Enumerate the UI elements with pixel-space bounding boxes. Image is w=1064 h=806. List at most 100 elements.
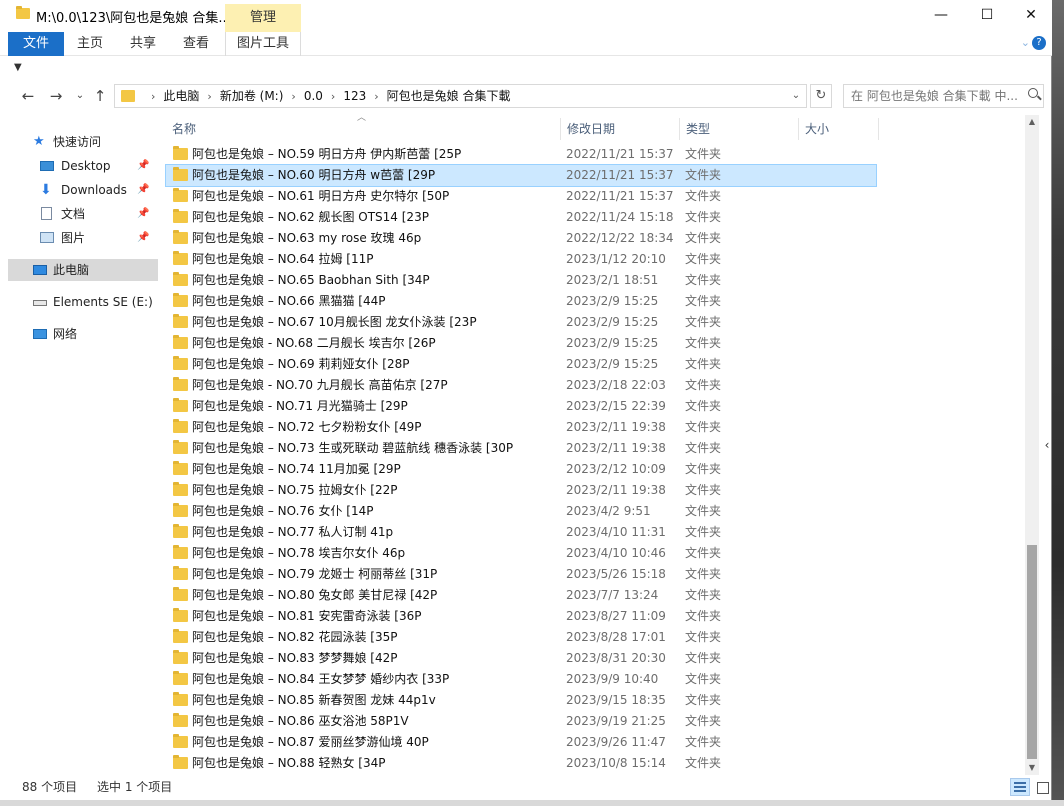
file-row[interactable]: 阿包也是兔娘 - NO.70 九月舰长 高苗佑京 [27P 2023/2/18 2… bbox=[166, 375, 876, 396]
quick-access-toolbar-dropdown-icon[interactable]: ▼ bbox=[14, 62, 22, 73]
tab-file[interactable]: 文件 bbox=[8, 32, 64, 56]
file-row[interactable]: 阿包也是兔娘 – NO.80 兔女郎 美甘尼禄 [42P 2023/7/7 13:… bbox=[166, 585, 876, 606]
scroll-down-icon[interactable]: ▼ bbox=[1025, 761, 1039, 775]
file-row[interactable]: 阿包也是兔娘 – NO.74 11月加冕 [29P 2023/2/12 10:09… bbox=[166, 459, 876, 480]
nav-label: 文档 bbox=[61, 207, 86, 221]
file-row[interactable]: 阿包也是兔娘 – NO.81 安宪雷奇泳装 [36P 2023/8/27 11:0… bbox=[166, 606, 876, 627]
file-row[interactable]: 阿包也是兔娘 – NO.78 埃吉尔女仆 46p 2023/4/10 10:46 文… bbox=[166, 543, 876, 564]
details-view-icon[interactable] bbox=[1010, 778, 1030, 796]
chevron-right-icon[interactable]: › bbox=[291, 90, 295, 103]
file-row[interactable]: 阿包也是兔娘 – NO.64 拉姆 [11P 2023/1/12 20:10 文件夹 bbox=[166, 249, 876, 270]
column-header-name[interactable]: 名称 bbox=[166, 118, 561, 140]
breadcrumb-current[interactable]: 阿包也是兔娘 合集下載 bbox=[387, 89, 511, 103]
file-row[interactable]: 阿包也是兔娘 – NO.66 黑猫猫 [44P 2023/2/9 15:25 文件夹 bbox=[166, 291, 876, 312]
scroll-up-icon[interactable]: ▲ bbox=[1025, 115, 1039, 129]
file-row[interactable]: 阿包也是兔娘 – NO.73 生或死联动 碧蓝航线 穗香泳装 [30P 2023/… bbox=[166, 438, 876, 459]
search-box[interactable] bbox=[843, 84, 1044, 108]
file-row[interactable]: 阿包也是兔娘 – NO.69 莉莉娅女仆 [28P 2023/2/9 15:25 文… bbox=[166, 354, 876, 375]
file-row[interactable]: 阿包也是兔娘 – NO.67 10月舰长图 龙女仆泳装 [23P 2023/2/9… bbox=[166, 312, 876, 333]
chevron-down-icon[interactable]: ⌄ bbox=[788, 85, 804, 107]
file-row[interactable]: 阿包也是兔娘 – NO.83 梦梦舞娘 [42P 2023/8/31 20:30 文… bbox=[166, 648, 876, 669]
tab-home[interactable]: 主页 bbox=[70, 32, 110, 56]
file-row[interactable]: 阿包也是兔娘 – NO.60 明日方舟 w芭蕾 [29P 2022/11/21 1… bbox=[165, 164, 877, 187]
nav-item-desktop[interactable]: Desktop 📌 bbox=[8, 155, 158, 177]
file-row[interactable]: 阿包也是兔娘 - NO.68 二月舰长 埃吉尔 [26P 2023/2/9 15:… bbox=[166, 333, 876, 354]
nav-item-this-pc[interactable]: 此电脑 bbox=[8, 259, 158, 281]
file-row[interactable]: 阿包也是兔娘 – NO.65 Baobhan Sith [34P 2023/2/1… bbox=[166, 270, 876, 291]
breadcrumb-folder[interactable]: 123 bbox=[343, 89, 366, 103]
file-date: 2022/11/24 15:18 bbox=[566, 210, 674, 224]
file-type: 文件夹 bbox=[685, 525, 722, 539]
file-row[interactable]: 阿包也是兔娘 – NO.88 轻熟女 [34P 2023/10/8 15:14 文件… bbox=[166, 753, 876, 774]
nav-quick-access[interactable]: ★ 快速访问 bbox=[8, 131, 158, 153]
chevron-right-icon[interactable]: › bbox=[331, 90, 335, 103]
breadcrumb-folder[interactable]: 0.0 bbox=[304, 89, 323, 103]
nav-item-network[interactable]: 网络 bbox=[8, 323, 158, 345]
file-row[interactable]: 阿包也是兔娘 – NO.61 明日方舟 史尔特尔 [50P 2022/11/21 … bbox=[166, 186, 876, 207]
file-type: 文件夹 bbox=[685, 210, 722, 224]
column-header-date[interactable]: 修改日期 bbox=[561, 118, 680, 140]
file-type: 文件夹 bbox=[685, 294, 722, 308]
nav-item-pictures[interactable]: 图片 📌 bbox=[8, 227, 158, 249]
status-bar: 88 个项目 选中 1 个项目 bbox=[0, 776, 1052, 800]
nav-item-drive[interactable]: Elements SE (E:) bbox=[8, 291, 158, 313]
tab-view[interactable]: 查看 bbox=[176, 32, 216, 56]
file-row[interactable]: 阿包也是兔娘 – NO.85 新春贺图 龙妹 44p1v 2023/9/15 18… bbox=[166, 690, 876, 711]
file-type: 文件夹 bbox=[685, 714, 722, 728]
folder-icon bbox=[173, 545, 188, 559]
file-row[interactable]: 阿包也是兔娘 – NO.75 拉姆女仆 [22P 2023/2/11 19:38 文… bbox=[166, 480, 876, 501]
minimize-button[interactable]: — bbox=[918, 0, 964, 30]
file-row[interactable]: 阿包也是兔娘 – NO.62 舰长图 OTS14 [23P 2022/11/24 … bbox=[166, 207, 876, 228]
up-icon[interactable]: ↑ bbox=[90, 86, 110, 106]
file-row[interactable]: 阿包也是兔娘 – NO.59 明日方舟 伊内斯芭蕾 [25P 2022/11/21… bbox=[166, 144, 876, 165]
file-date: 2023/7/7 13:24 bbox=[566, 588, 659, 602]
nav-item-documents[interactable]: 文档 📌 bbox=[8, 203, 158, 225]
breadcrumb-this-pc[interactable]: 此电脑 bbox=[163, 89, 199, 103]
file-row[interactable]: 阿包也是兔娘 – NO.77 私人订制 41p 2023/4/10 11:31 文件… bbox=[166, 522, 876, 543]
file-row[interactable]: 阿包也是兔娘 – NO.82 花园泳装 [35P 2023/8/28 17:01 文… bbox=[166, 627, 876, 648]
file-date: 2022/11/21 15:37 bbox=[566, 189, 674, 203]
address-bar[interactable]: › 此电脑 › 新加卷 (M:) › 0.0 › 123 › 阿包也是兔娘 合集下載 ⌄ bbox=[114, 84, 807, 108]
file-name: 阿包也是兔娘 – NO.82 花园泳装 [35P bbox=[192, 630, 398, 644]
breadcrumb-drive[interactable]: 新加卷 (M:) bbox=[220, 89, 284, 103]
forward-icon[interactable]: → bbox=[46, 86, 66, 106]
tab-share[interactable]: 共享 bbox=[123, 32, 163, 56]
close-button[interactable]: ✕ bbox=[1008, 0, 1054, 30]
search-input[interactable] bbox=[844, 85, 1024, 107]
file-row[interactable]: 阿包也是兔娘 – NO.63 my rose 玫瑰 46p 2022/12/22 … bbox=[166, 228, 876, 249]
file-row[interactable]: 阿包也是兔娘 - NO.71 月光猫骑士 [29P 2023/2/15 22:39… bbox=[166, 396, 876, 417]
column-header-type[interactable]: 类型 bbox=[680, 118, 799, 140]
chevron-right-icon[interactable]: › bbox=[207, 90, 211, 103]
scroll-thumb[interactable] bbox=[1027, 545, 1037, 759]
file-row[interactable]: 阿包也是兔娘 – NO.86 巫女浴池 58P1V 2023/9/19 21:25… bbox=[166, 711, 876, 732]
file-row[interactable]: 阿包也是兔娘 – NO.87 爱丽丝梦游仙境 40P 2023/9/26 11:4… bbox=[166, 732, 876, 753]
manage-context-tab[interactable]: 管理 bbox=[225, 4, 301, 32]
folder-icon bbox=[173, 377, 188, 391]
file-name: 阿包也是兔娘 – NO.67 10月舰长图 龙女仆泳装 [23P bbox=[192, 315, 477, 329]
file-type: 文件夹 bbox=[685, 672, 722, 686]
chevron-right-icon[interactable]: › bbox=[374, 90, 378, 103]
file-row[interactable]: 阿包也是兔娘 – NO.72 七夕粉粉女仆 [49P 2023/2/11 19:3… bbox=[166, 417, 876, 438]
folder-icon bbox=[173, 398, 188, 412]
file-type: 文件夹 bbox=[685, 147, 722, 161]
file-row[interactable]: 阿包也是兔娘 – NO.79 龙姬士 柯丽蒂丝 [31P 2023/5/26 15… bbox=[166, 564, 876, 585]
large-icons-view-icon[interactable] bbox=[1032, 778, 1052, 796]
folder-icon bbox=[173, 671, 188, 685]
help-icon[interactable]: ? bbox=[1032, 36, 1046, 50]
taskbar-edge bbox=[0, 800, 1064, 806]
refresh-icon[interactable]: ↻ bbox=[810, 84, 832, 108]
chevron-left-icon[interactable]: ‹ bbox=[1041, 430, 1053, 460]
chevron-right-icon[interactable]: › bbox=[151, 90, 155, 103]
file-row[interactable]: 阿包也是兔娘 – NO.76 女仆 [14P 2023/4/2 9:51 文件夹 bbox=[166, 501, 876, 522]
back-icon[interactable]: ← bbox=[18, 86, 38, 106]
maximize-button[interactable]: ☐ bbox=[964, 0, 1010, 30]
vertical-scrollbar[interactable]: ▲ ▼ bbox=[1025, 115, 1039, 775]
tab-picture-tools[interactable]: 图片工具 bbox=[225, 32, 301, 56]
column-header-size[interactable]: 大小 bbox=[799, 118, 879, 140]
nav-item-downloads[interactable]: ⬇ Downloads 📌 bbox=[8, 179, 158, 201]
recent-locations-icon[interactable]: ⌄ bbox=[70, 86, 90, 106]
expand-ribbon-icon[interactable]: ⌄ bbox=[1021, 36, 1030, 49]
file-date: 2023/9/26 11:47 bbox=[566, 735, 666, 749]
star-icon: ★ bbox=[33, 134, 45, 149]
file-row[interactable]: 阿包也是兔娘 – NO.84 王女梦梦 婚纱内衣 [33P 2023/9/9 10… bbox=[166, 669, 876, 690]
